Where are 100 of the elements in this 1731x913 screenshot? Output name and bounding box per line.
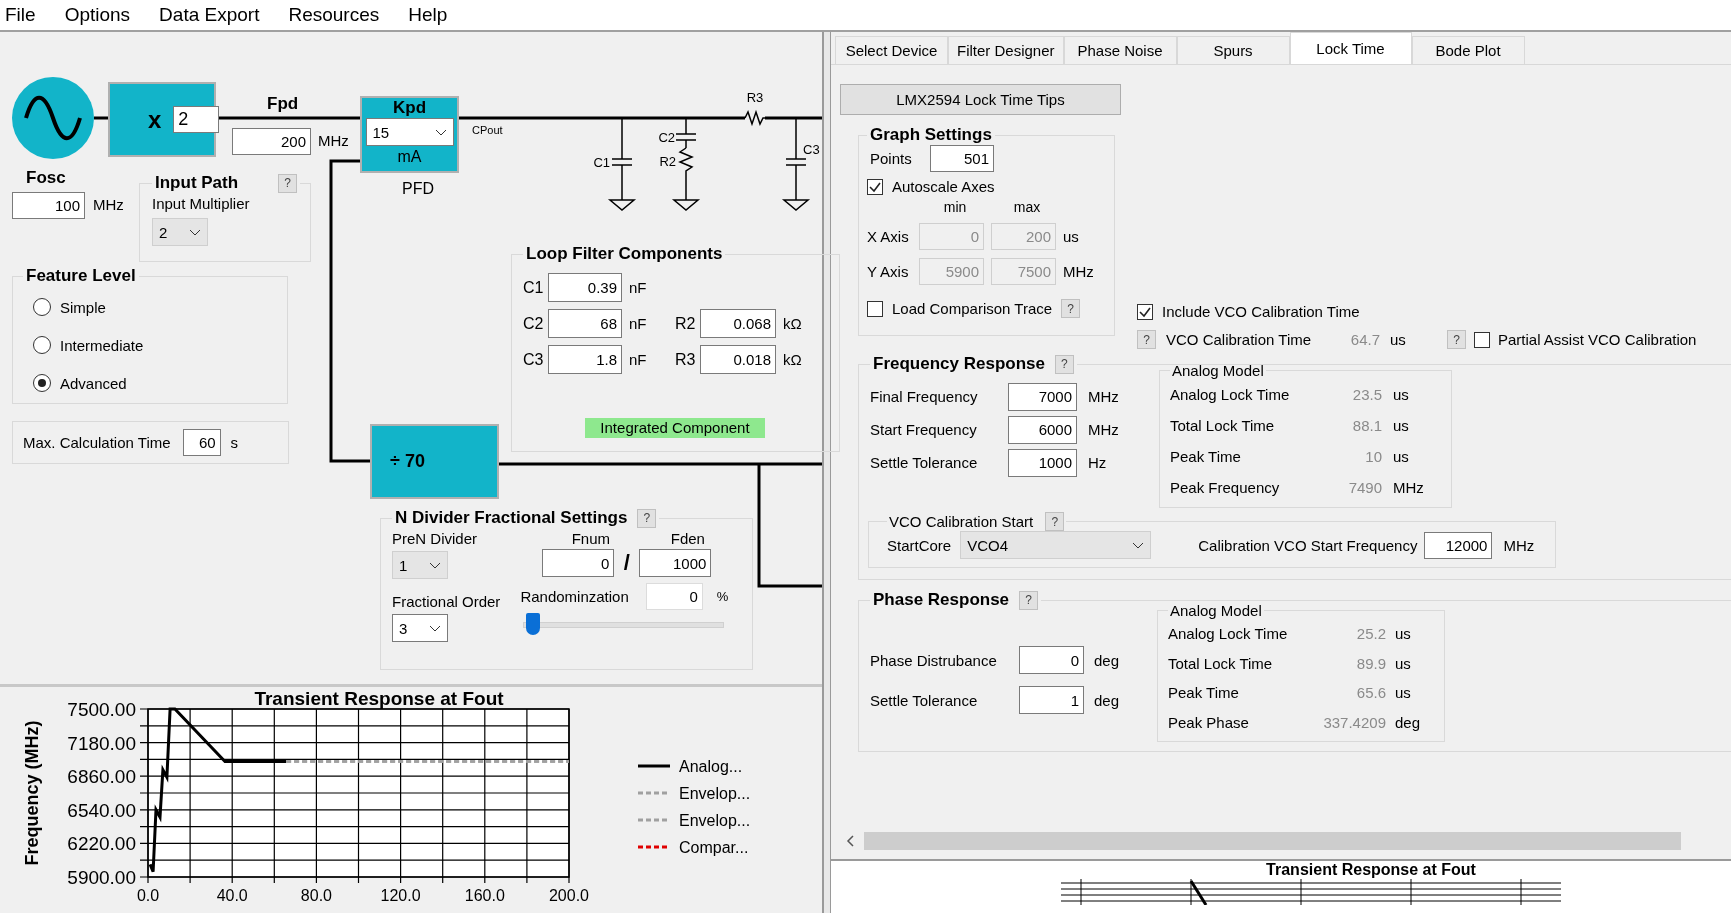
legend-label: Compar... [679, 839, 749, 856]
unit-label: us [1393, 448, 1409, 465]
unit-label: kΩ [783, 351, 803, 368]
unit-label: mA [397, 147, 422, 167]
unit-label: us [1395, 625, 1411, 643]
column-label: min [942, 199, 968, 215]
field-label: Y Axis [867, 263, 910, 280]
field-label: Peak Frequency [1170, 479, 1281, 496]
group-title: N Divider Fractional Settings [395, 508, 628, 528]
field-label: X Axis [867, 228, 910, 245]
field-label: Fden [669, 530, 706, 547]
unit-label: MHz [1503, 536, 1535, 554]
axis-tick-label: 40.0 [216, 887, 248, 904]
unit-label: kΩ [783, 315, 803, 332]
readout-value: 7490 [1347, 479, 1382, 496]
field-label: StartCore [887, 536, 952, 554]
unit-label: deg [1094, 691, 1120, 709]
field-label: Final Frequency [870, 388, 979, 405]
component-label: C1 [593, 155, 610, 170]
unit-label: MHz [1088, 421, 1119, 438]
field-label: Randominzation [520, 588, 629, 605]
unit-label: MHz [318, 132, 349, 149]
field-label: Total Lock Time [1170, 417, 1276, 434]
readout-value: 25.2 [1355, 625, 1386, 643]
component-label: R3 [746, 90, 764, 105]
readout-value: 88.1 [1351, 417, 1382, 434]
group-title: Graph Settings [870, 125, 992, 145]
axis-tick-label: 6540.00 [67, 799, 136, 821]
unit-label: us [1063, 228, 1079, 245]
unit-label: MHz [1088, 388, 1119, 405]
axis-tick-label: 6860.00 [67, 766, 136, 788]
pin-label: CPout [472, 124, 503, 136]
readout-value: 65.6 [1355, 684, 1386, 702]
unit-label: deg [1395, 713, 1421, 731]
readout-value: 337.4209 [1322, 713, 1386, 731]
readout-value: 23.5 [1351, 386, 1382, 403]
field-label: Start Frequency [870, 421, 978, 438]
group-title: Analog Model [1170, 602, 1262, 619]
column-label: max [1012, 199, 1042, 215]
component-label: C2 [658, 130, 675, 145]
readout-value: 89.9 [1355, 654, 1386, 672]
unit-label: us [1390, 331, 1407, 348]
field-label: VCO Calibration Time [1166, 331, 1313, 348]
field-label: Analog Lock Time [1170, 386, 1291, 403]
chart-title: Transient Response at Fout [1266, 861, 1476, 879]
group-title: Analog Model [1172, 362, 1264, 379]
unit-label: deg [1094, 651, 1120, 669]
checkbox-label: Autoscale Axes [892, 178, 995, 195]
legend-label: Envelop... [679, 812, 751, 829]
axis-tick-label: 6220.00 [67, 833, 136, 855]
axis-tick-label: 7500.00 [67, 699, 136, 720]
unit-label: MHz [93, 196, 124, 213]
field-label: Calibration VCO Start Frequency [1198, 536, 1418, 554]
field-label: C1 [523, 278, 545, 297]
radio-label: Intermediate [60, 336, 144, 354]
field-label: Fractional Order [392, 593, 501, 610]
legend-label: Analog... [679, 758, 743, 775]
axis-tick-label: 7180.00 [67, 732, 136, 754]
axis-tick-label: 0.0 [136, 887, 160, 904]
block-caption: PFD [402, 180, 434, 198]
multiply-symbol: x [148, 105, 162, 134]
field-label: Peak Phase [1168, 713, 1250, 731]
field-label: C2 [523, 314, 545, 333]
component-label: C3 [803, 142, 820, 157]
block-title: Kpd [392, 98, 426, 118]
unit-label: s [230, 434, 239, 451]
group-title: Input Path [155, 173, 239, 193]
status-badge: Integrated Component [585, 418, 765, 438]
radio-label: Advanced [60, 374, 127, 392]
field-label: Phase Distrubance [870, 651, 998, 669]
component-label: R2 [659, 154, 676, 169]
field-label: PreN Divider [392, 530, 479, 547]
field-label: Analog Lock Time [1168, 625, 1289, 643]
unit-label: us [1393, 417, 1409, 434]
axis-tick-label: 200.0 [549, 887, 589, 904]
group-title: Phase Response [873, 590, 1010, 610]
field-label: R3 [675, 350, 697, 369]
readout-value: 64.7 [1349, 331, 1380, 348]
unit-label: us [1393, 386, 1409, 403]
group-title: Loop Filter Components [526, 244, 723, 264]
group-title: Feature Level [26, 266, 136, 286]
field-label: Peak Time [1170, 448, 1242, 465]
checkbox-label: Include VCO Calibration Time [1162, 303, 1360, 320]
field-label: C3 [523, 350, 545, 369]
axis-title: Frequency (MHz) [22, 720, 42, 866]
field-label: Points [869, 150, 913, 167]
unit-label: MHz [1393, 479, 1424, 496]
unit-label: % [716, 589, 729, 604]
axis-tick-label: 5900.00 [67, 867, 136, 888]
unit-label: us [1395, 684, 1411, 702]
field-label: Fnum [570, 530, 612, 547]
axis-tick-label: 160.0 [464, 887, 505, 904]
field-label: Total Lock Time [1168, 654, 1274, 672]
field-label: Peak Time [1168, 684, 1240, 702]
unit-label: nF [629, 315, 648, 332]
field-label: R2 [675, 314, 697, 333]
unit-label: MHz [1063, 263, 1094, 280]
unit-label: nF [629, 279, 648, 296]
chart-title: Transient Response at Fout [254, 688, 504, 709]
group-title: VCO Calibration Start [889, 513, 1034, 530]
